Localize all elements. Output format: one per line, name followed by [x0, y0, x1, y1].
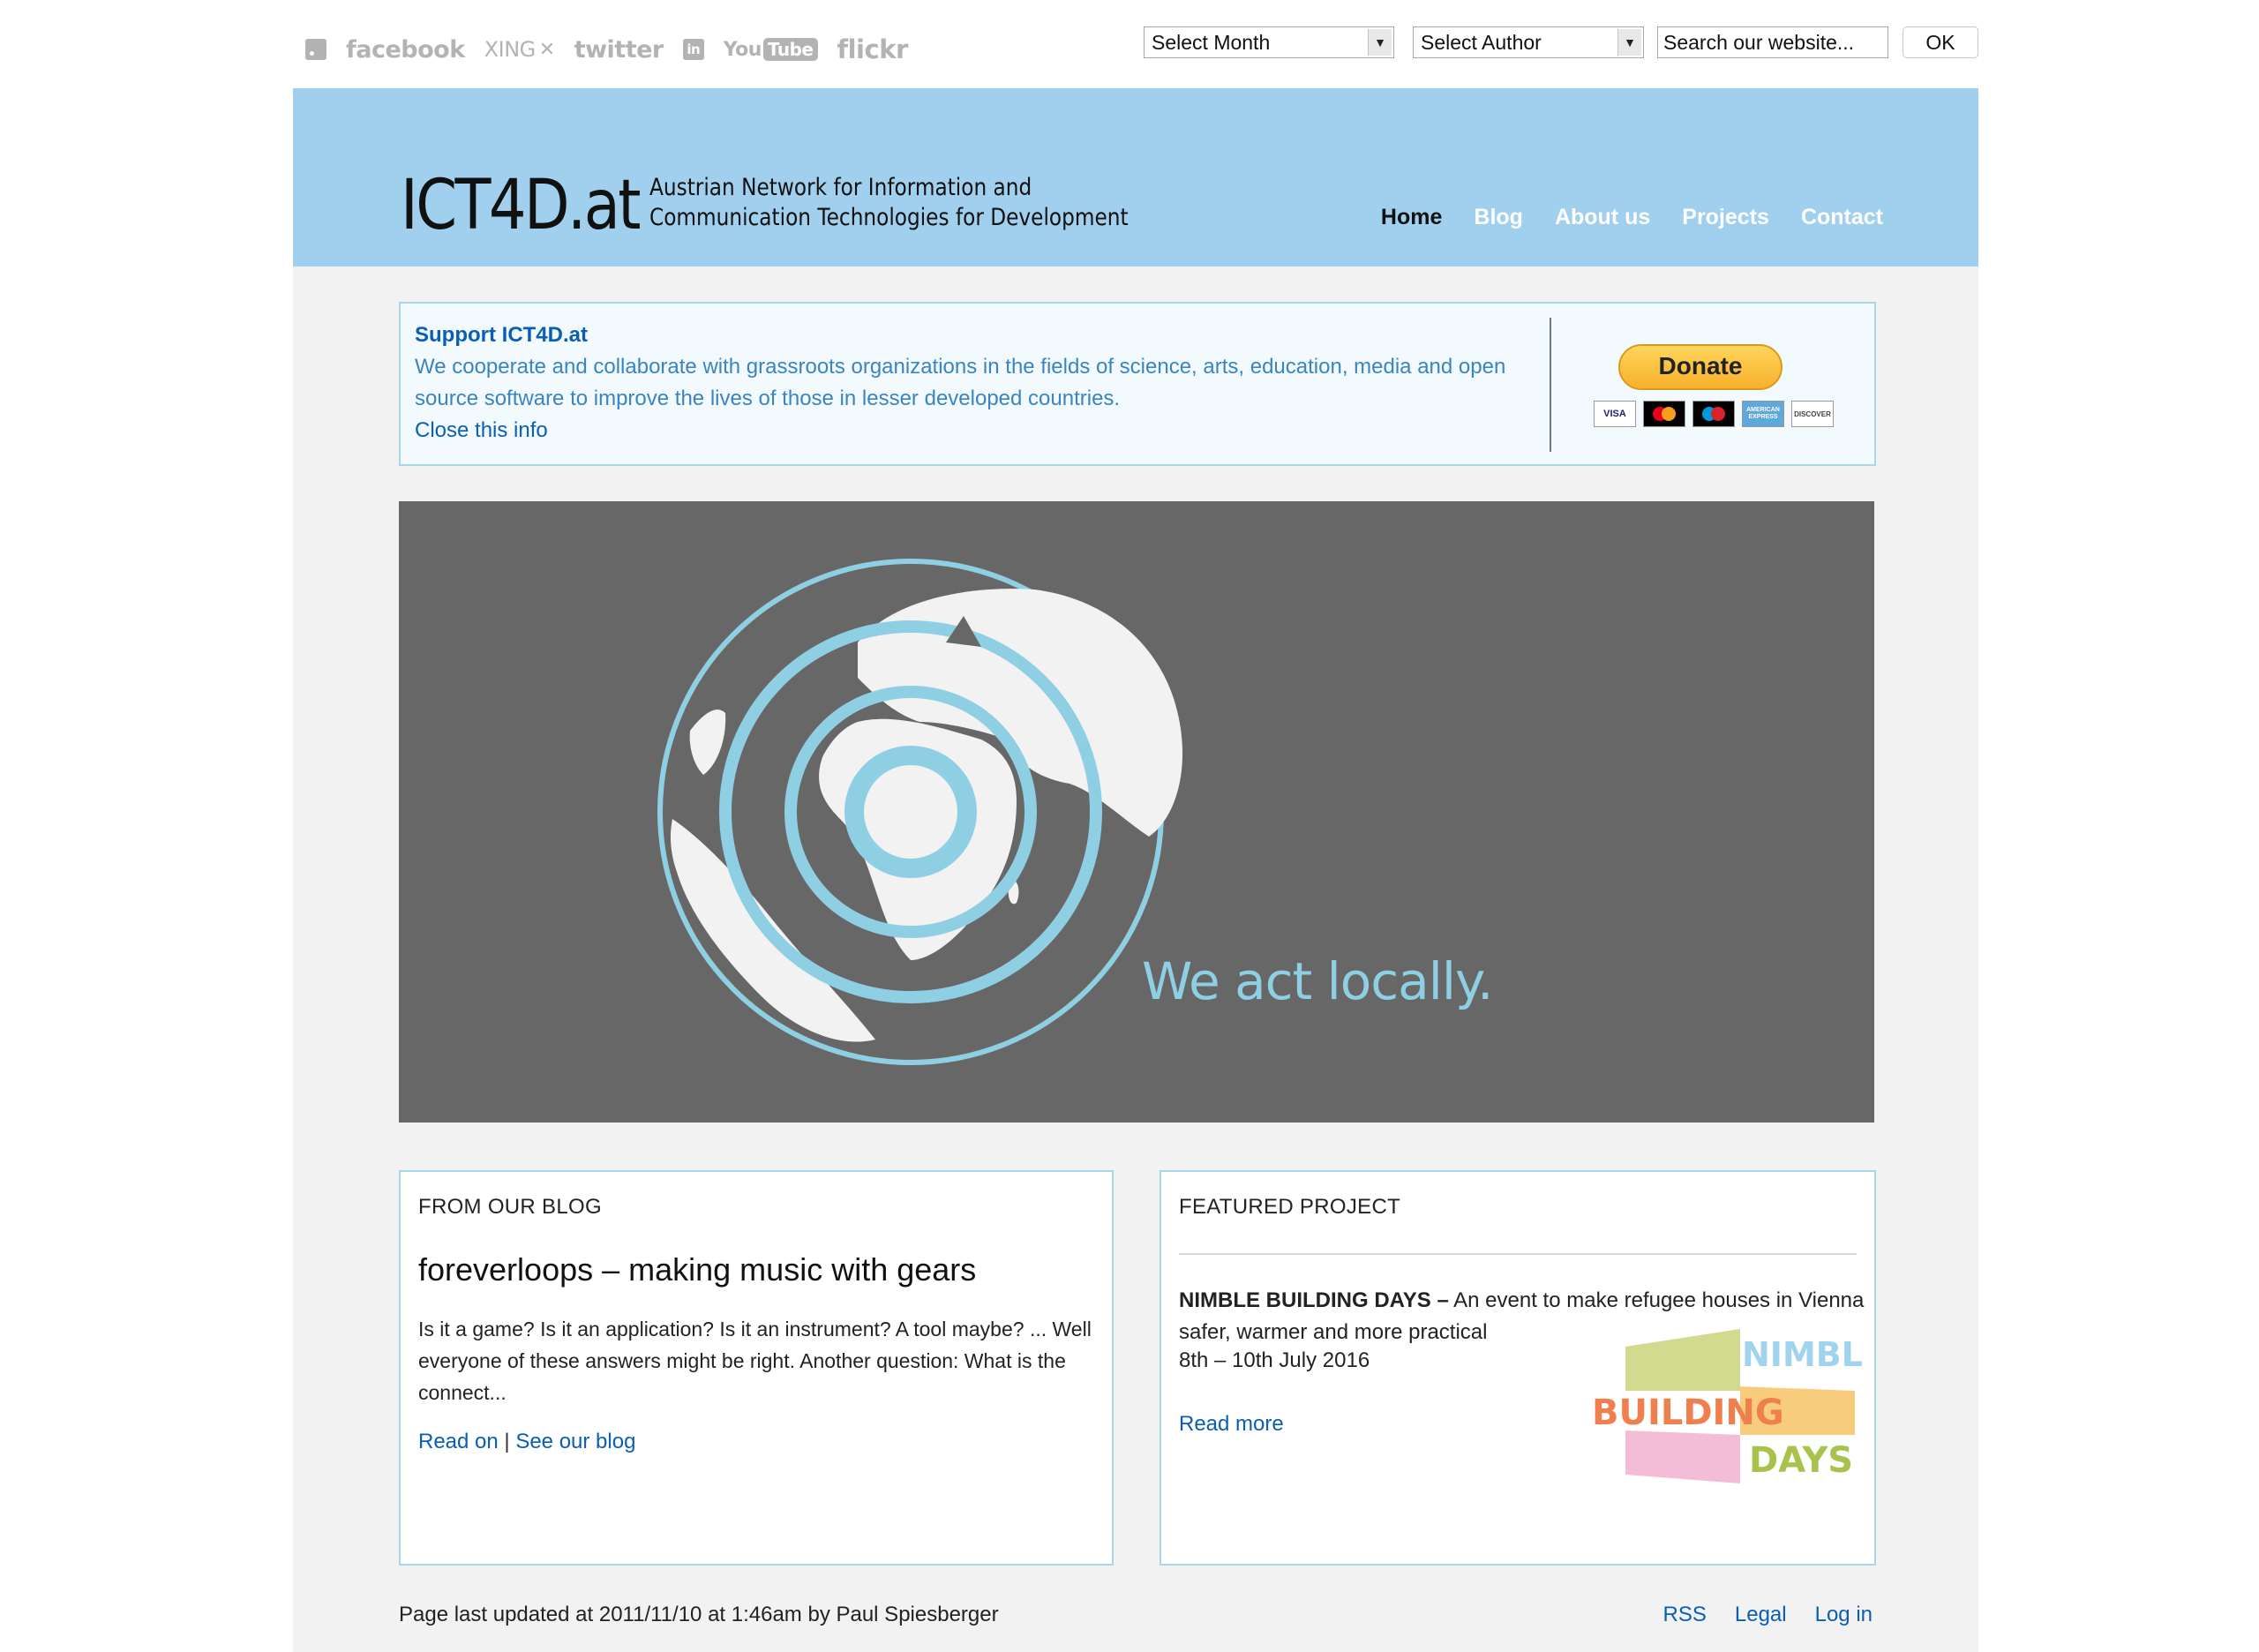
- project-divider: [1179, 1253, 1857, 1255]
- tagline-line1: Austrian Network for Information and: [649, 174, 1032, 201]
- blog-excerpt: Is it a game? Is it an application? Is i…: [418, 1318, 1092, 1404]
- amex-label: AMERICAN EXPRESS: [1746, 407, 1780, 420]
- project-date: 8th – 10th July 2016: [1179, 1348, 1370, 1372]
- last-updated-text: Page last updated at 2011/11/10 at 1:46a…: [399, 1603, 999, 1626]
- site-logo[interactable]: ICT4D.at: [401, 166, 642, 245]
- linkedin-icon: in: [682, 39, 704, 60]
- rss-icon[interactable]: [305, 39, 326, 60]
- youtube-link[interactable]: You Tube: [724, 38, 818, 61]
- nav-home[interactable]: Home: [1381, 205, 1442, 230]
- nav-projects[interactable]: Projects: [1682, 205, 1769, 230]
- mastercard-icon: [1643, 401, 1685, 427]
- chevron-down-icon: ▼: [1617, 29, 1641, 56]
- discover-card-icon: DISCOVER: [1791, 401, 1834, 427]
- featured-project: FEATURED PROJECT NIMBLE BUILDING DAYS – …: [1160, 1170, 1876, 1566]
- xing-icon: ✕: [538, 38, 555, 61]
- project-heading: FEATURED PROJECT: [1179, 1195, 1401, 1219]
- search-input[interactable]: [1657, 26, 1888, 58]
- project-name: NIMBLE BUILDING DAYS –: [1179, 1288, 1449, 1312]
- blog-teaser: FROM OUR BLOG foreverloops – making musi…: [399, 1170, 1114, 1566]
- nbd-word-days: DAYS: [1749, 1440, 1853, 1481]
- nbd-word-nimble: NIMBLE: [1742, 1335, 1864, 1374]
- footer-login-link[interactable]: Log in: [1815, 1603, 1872, 1627]
- ok-button[interactable]: OK: [1903, 26, 1978, 58]
- chevron-down-icon: ▼: [1368, 29, 1392, 56]
- main-nav: Home Blog About us Projects Contact: [1349, 205, 1883, 230]
- social-links: facebook XING ✕ twitter in You Tube flickr: [305, 26, 927, 72]
- payment-cards: VISA AMERICAN EXPRESS DISCOVER: [1594, 401, 1841, 427]
- tagline-line2: Communication Technologies for Developme…: [649, 204, 1129, 231]
- twitter-link[interactable]: twitter: [574, 36, 664, 64]
- linkedin-link[interactable]: in: [682, 39, 704, 60]
- nav-blog[interactable]: Blog: [1474, 205, 1523, 230]
- read-more-link[interactable]: Read more: [1179, 1412, 1284, 1437]
- site-tagline: Austrian Network for Information and Com…: [649, 173, 1129, 233]
- nimble-building-days-logo: NIMBLE BUILDING DAYS: [1592, 1329, 1864, 1483]
- globe-illustration: [657, 559, 1183, 1065]
- author-select-value: Select Author: [1421, 31, 1542, 54]
- blog-post-title[interactable]: foreverloops – making music with gears: [418, 1251, 976, 1288]
- donate-button[interactable]: Donate: [1618, 344, 1782, 390]
- blog-link-separator: |: [504, 1430, 510, 1453]
- xing-label: XING: [484, 37, 537, 62]
- month-select[interactable]: Select Month ▼: [1144, 26, 1394, 58]
- nav-contact[interactable]: Contact: [1801, 205, 1883, 230]
- visa-card-icon: VISA: [1594, 401, 1636, 427]
- nav-about-us[interactable]: About us: [1555, 205, 1650, 230]
- blog-links: Read on | See our blog: [418, 1430, 635, 1454]
- top-bar: facebook XING ✕ twitter in You Tube flickr…: [0, 0, 2259, 88]
- footer-rss-link[interactable]: RSS: [1663, 1603, 1707, 1627]
- footer-links: RSS Legal Log in: [1635, 1603, 1872, 1627]
- blog-heading: FROM OUR BLOG: [418, 1195, 602, 1219]
- month-select-value: Select Month: [1152, 31, 1271, 54]
- support-divider: [1550, 318, 1551, 452]
- support-text-block: Support ICT4D.at We cooperate and collab…: [415, 319, 1518, 447]
- content-area: Support ICT4D.at We cooperate and collab…: [293, 267, 1978, 1652]
- close-info-link[interactable]: Close this info: [415, 418, 548, 442]
- hero-tagline: We act locally.: [1142, 951, 1493, 1011]
- flickr-link[interactable]: flickr: [837, 34, 909, 64]
- read-on-link[interactable]: Read on: [418, 1430, 499, 1453]
- xing-link[interactable]: XING ✕: [484, 37, 556, 62]
- support-description: We cooperate and collaborate with grassr…: [415, 355, 1506, 410]
- youtube-you: You: [723, 38, 762, 61]
- hero-banner: We act locally.: [399, 501, 1874, 1123]
- see-our-blog-link[interactable]: See our blog: [515, 1430, 635, 1453]
- youtube-tube: Tube: [762, 38, 818, 61]
- facebook-link[interactable]: facebook: [346, 36, 465, 64]
- nbd-word-building: BUILDING: [1592, 1393, 1784, 1433]
- support-title: Support ICT4D.at: [415, 323, 588, 347]
- amex-card-icon: AMERICAN EXPRESS: [1742, 401, 1784, 427]
- author-select[interactable]: Select Author ▼: [1413, 26, 1644, 58]
- maestro-icon: [1692, 401, 1735, 427]
- support-banner: Support ICT4D.at We cooperate and collab…: [399, 302, 1876, 466]
- footer-legal-link[interactable]: Legal: [1735, 1603, 1787, 1627]
- site-header: ICT4D.at Austrian Network for Informatio…: [293, 88, 1978, 267]
